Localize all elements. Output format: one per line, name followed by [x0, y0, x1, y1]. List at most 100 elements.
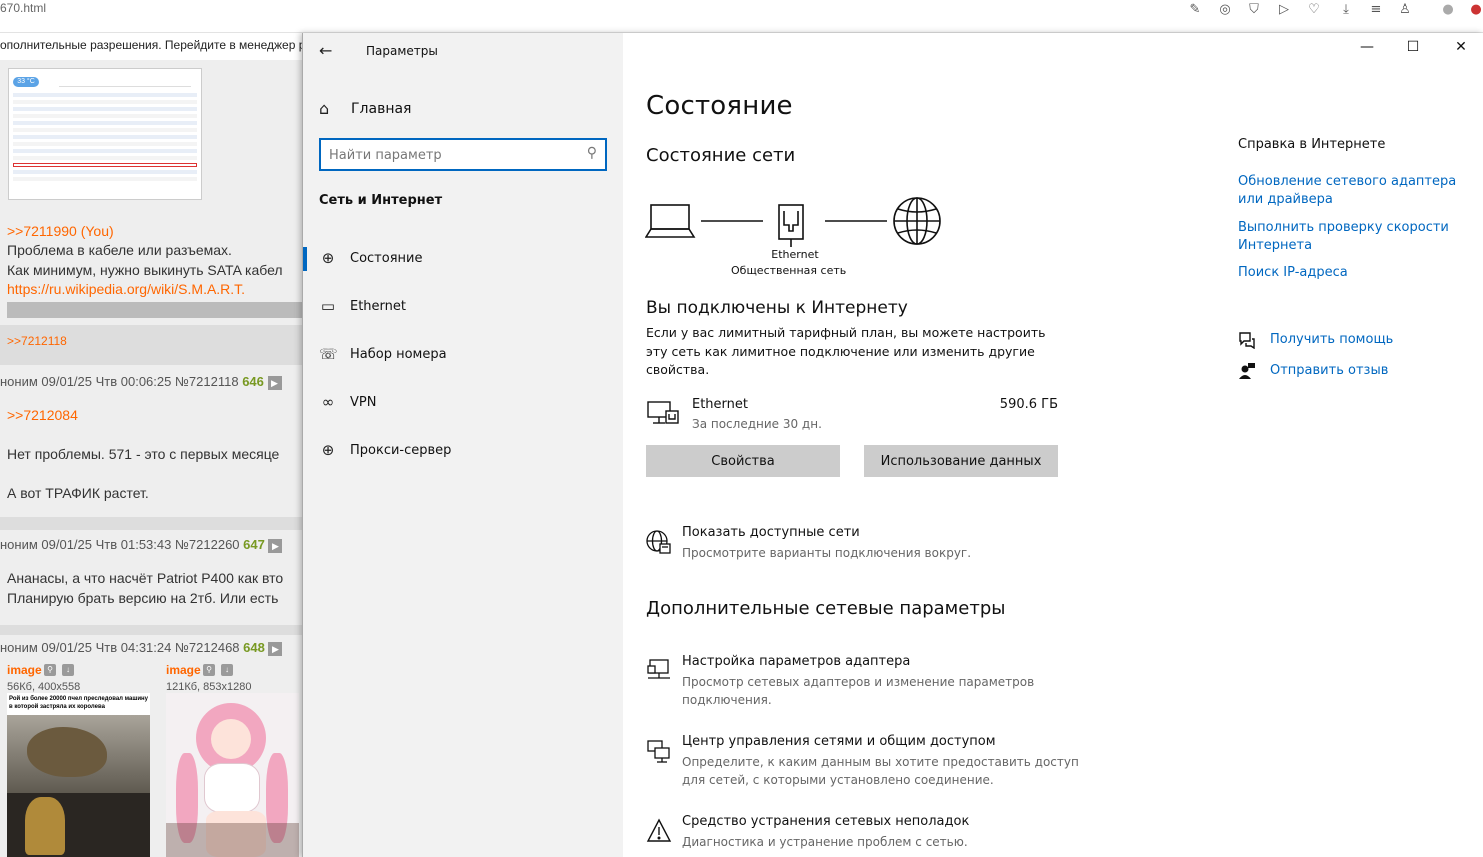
smart-screenshot-thumbnail[interactable]: 33 °C	[8, 68, 202, 200]
heart-icon[interactable]: ♡	[1306, 2, 1322, 18]
settings-search[interactable]: ⚲	[319, 138, 607, 171]
edit-icon[interactable]: ✎	[1187, 2, 1203, 18]
screen: 670.html ✎ ◎ ⛉ ▷ ♡ ⤓ ≡ ♙ ● ● ополнительн…	[0, 0, 1483, 857]
image-caption: Рой из более 20000 пчел преследовал маши…	[7, 693, 150, 715]
ethernet-period: За последние 30 дн.	[692, 417, 822, 431]
play-icon[interactable]: ▷	[1276, 2, 1292, 18]
nav-item-vpn[interactable]: ∞ VPN	[303, 383, 623, 423]
globe-status-icon: ⊕	[321, 249, 335, 267]
smart-row	[13, 177, 197, 181]
nav-item-label: Прокси-сервер	[350, 443, 452, 458]
close-icon[interactable]: ✕	[1438, 39, 1483, 55]
search-input[interactable]	[329, 146, 579, 164]
wikipedia-link[interactable]: https://ru.wikipedia.org/wiki/S.M.A.R.T.	[7, 281, 245, 297]
post-menu-icon[interactable]: ▶	[268, 641, 283, 656]
maximize-icon[interactable]: ☐	[1390, 39, 1436, 55]
image-link[interactable]: image	[7, 663, 42, 677]
search-icon[interactable]: ⚲	[587, 145, 597, 161]
post-count: 648	[243, 640, 265, 655]
back-arrow-icon[interactable]: ←	[319, 41, 332, 60]
browser-url-text[interactable]: 670.html	[0, 1, 46, 15]
advanced-heading: Дополнительные сетевые параметры	[646, 598, 1006, 619]
post-text-line: А вот ТРАФИК растет.	[7, 485, 149, 501]
find-ip-link[interactable]: Поиск IP-адреса	[1238, 264, 1478, 282]
nav-item-label: Ethernet	[350, 299, 406, 314]
nav-home-label: Главная	[351, 101, 412, 117]
post-text-line: Нет проблемы. 571 - это с первых месяце	[7, 446, 280, 462]
data-usage-button[interactable]: Использование данных	[864, 445, 1058, 477]
extension-icon[interactable]: ●	[1440, 2, 1456, 18]
menu-icon[interactable]: ≡	[1368, 2, 1384, 18]
temperature-badge: 33 °C	[13, 77, 39, 87]
post-text-line: Как минимум, нужно выкинуть SATA кабел	[7, 262, 283, 278]
show-networks-globe-icon	[646, 530, 671, 554]
smart-row	[13, 121, 197, 125]
post-menu-icon[interactable]: ▶	[267, 375, 282, 390]
minimize-icon[interactable]: —	[1344, 39, 1390, 55]
nav-item-status[interactable]: ⊕ Состояние	[303, 239, 623, 279]
post-header: ноним 09/01/25 Чтв 01:53:43 №7212260	[0, 537, 240, 552]
browser-toolbar: 670.html ✎ ◎ ⛉ ▷ ♡ ⤓ ≡ ♙ ● ●	[0, 0, 1483, 33]
section-heading: Сеть и Интернет	[319, 193, 443, 208]
post: 33 °C >>7211990 (You) Проблема в кабеле …	[0, 60, 302, 348]
download-image-icon[interactable]: ↓	[221, 664, 233, 676]
online-help-heading: Справка в Интернете	[1238, 137, 1386, 152]
get-help-label: Получить помощь	[1270, 332, 1394, 347]
update-adapter-link[interactable]: Обновление сетевого адаптера или драйвер…	[1238, 173, 1478, 209]
nav-item-proxy[interactable]: ⊕ Прокси-сервер	[303, 431, 623, 471]
smart-row	[13, 170, 197, 174]
post: ноним 09/01/25 Чтв 00:06:25 №7212118 646…	[0, 365, 302, 517]
troubleshooter-link[interactable]: Средство устранения сетевых неполадок Ди…	[646, 814, 1106, 854]
home-icon: ⌂	[319, 99, 330, 118]
camera-icon[interactable]: ◎	[1217, 2, 1233, 18]
warning-triangle-icon	[646, 818, 672, 842]
dialup-icon: ☏	[319, 345, 338, 363]
vpn-icon: ∞	[321, 393, 335, 411]
nav-item-label: VPN	[350, 395, 377, 410]
search-image-icon[interactable]: ⚲	[203, 664, 215, 676]
smart-row	[13, 100, 197, 104]
spoiler-bar[interactable]	[7, 302, 302, 318]
download-image-icon[interactable]: ↓	[62, 664, 74, 676]
settings-nav-pane: ← Параметры ⌂ Главная ⚲ Сеть и Интернет …	[303, 33, 623, 857]
speed-test-link[interactable]: Выполнить проверку скорости Интернета	[1238, 219, 1478, 255]
adapter-settings-link[interactable]: Настройка параметров адаптера Просмотр с…	[646, 654, 1106, 707]
ethernet-icon: ▭	[320, 297, 336, 315]
bee-swarm-image[interactable]: Рой из более 20000 пчел преследовал маши…	[7, 693, 150, 857]
network-center-desc: Определите, к каким данным вы хотите пре…	[682, 755, 1079, 787]
post-text-line: Проблема в кабеле или разъемах.	[7, 242, 232, 258]
post-text-line: Ананасы, а что насчёт Patriot P400 как в…	[7, 570, 284, 586]
post-menu-icon[interactable]: ▶	[268, 538, 283, 553]
image-link[interactable]: image	[166, 663, 201, 677]
settings-content: — ☐ ✕ Состояние Состояние сети Ethernet …	[623, 33, 1483, 857]
character-face	[211, 719, 251, 759]
backref-link[interactable]: >>7212118	[7, 334, 67, 348]
reply-link[interactable]: >>7211990 (You)	[7, 223, 114, 239]
window-title: Параметры	[366, 44, 438, 58]
profile-icon[interactable]: ♙	[1397, 2, 1413, 18]
image-meta: 56Кб, 400x558	[7, 681, 81, 693]
network-center-link[interactable]: Центр управления сетями и общим доступом…	[646, 734, 1106, 787]
ethernet-usage-row: Ethernet За последние 30 дн. 590.6 ГБ	[646, 393, 1066, 437]
send-feedback-label: Отправить отзыв	[1270, 363, 1389, 378]
download-icon[interactable]: ⤓	[1338, 2, 1354, 18]
smart-header	[59, 73, 191, 87]
nav-item-dialup[interactable]: ☏ Набор номера	[303, 335, 623, 375]
internet-globe-icon	[893, 197, 941, 245]
reply-link[interactable]: >>7212084	[7, 407, 78, 423]
search-image-icon[interactable]: ⚲	[44, 664, 56, 676]
shield-icon[interactable]: ⛉	[1246, 2, 1262, 18]
network-center-title: Центр управления сетями и общим доступом	[682, 734, 996, 749]
feedback-person-icon	[1239, 363, 1255, 379]
network-center-icon	[647, 740, 670, 763]
anime-image[interactable]	[166, 693, 299, 857]
help-chat-icon	[1239, 332, 1255, 349]
troubleshooter-desc: Диагностика и устранение проблем с сетью…	[682, 835, 968, 849]
settings-window: ← Параметры ⌂ Главная ⚲ Сеть и Интернет …	[302, 33, 1483, 857]
properties-button[interactable]: Свойства	[646, 445, 840, 477]
ethernet-monitor-icon	[647, 401, 679, 424]
show-networks-link[interactable]: Показать доступные сети Просмотрите вари…	[646, 525, 1106, 565]
extension-red-icon[interactable]: ●	[1468, 2, 1483, 18]
floor	[166, 823, 299, 857]
nav-item-ethernet[interactable]: ▭ Ethernet	[303, 287, 623, 327]
